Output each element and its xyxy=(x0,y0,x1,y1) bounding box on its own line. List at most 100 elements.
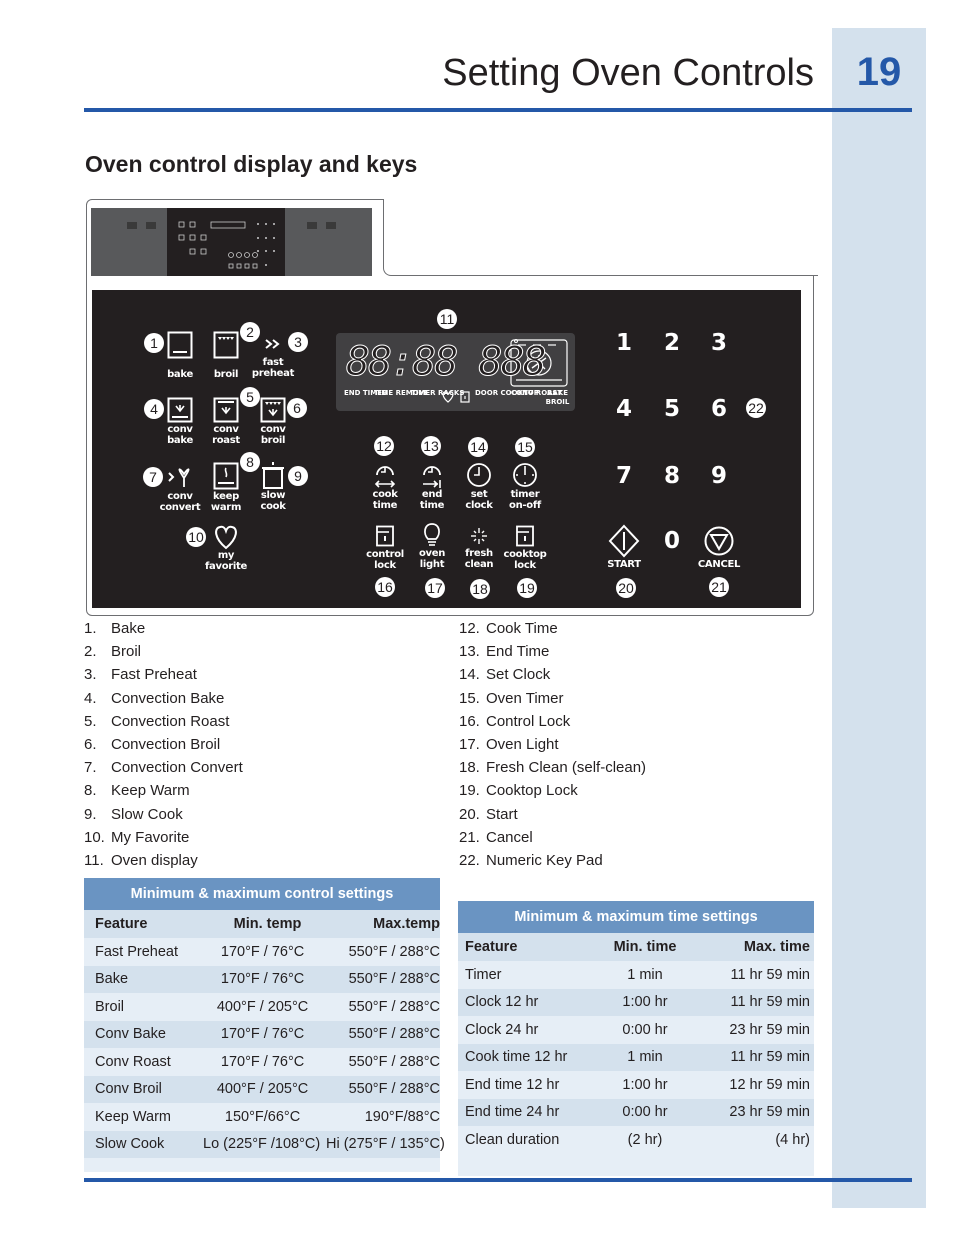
list-item-number: 4. xyxy=(84,689,97,707)
control-lock-key[interactable]: control lock xyxy=(363,525,407,571)
table-cell: Conv Broil xyxy=(95,1081,162,1098)
numeric-key-8[interactable]: 8 xyxy=(664,463,680,489)
list-item-number: 8. xyxy=(84,782,97,800)
cooktop-lock-key[interactable]: cooktop lock xyxy=(503,525,547,571)
numeric-key-0[interactable]: 0 xyxy=(664,528,680,554)
table-cell: Hi (275°F / 135°C) xyxy=(326,1136,445,1153)
table-title: Minimum & maximum control settings xyxy=(84,878,440,910)
callout-badge: 20 xyxy=(616,578,636,598)
temp-settings-table: Minimum & maximum control settings Featu… xyxy=(84,878,445,1172)
numeric-key-7[interactable]: 7 xyxy=(616,463,632,489)
keep-warm-key[interactable]: keep warm xyxy=(204,462,248,513)
table-cell: 11 hr 59 min xyxy=(730,994,810,1011)
start-key[interactable]: START xyxy=(600,524,648,570)
sparkle-icon xyxy=(471,528,487,544)
indicator-bake-broil: BAKE BROIL xyxy=(545,389,570,406)
bake-key[interactable]: bake xyxy=(158,331,202,380)
end-time-icon xyxy=(423,466,441,488)
list-item: 5. Convection Roast xyxy=(84,713,444,736)
my-favorite-label: my favorite xyxy=(204,550,247,572)
table-row: Conv Bake 170°F / 76°C 550°F / 288°C xyxy=(84,1020,440,1048)
conv-convert-key[interactable]: conv convert xyxy=(158,464,202,513)
list-item: 13. End Time xyxy=(459,643,819,666)
thumb-block xyxy=(307,222,317,229)
end-time-key[interactable]: end time xyxy=(410,461,454,511)
table-cell: Timer xyxy=(465,966,502,983)
numeric-key-5[interactable]: 5 xyxy=(664,396,680,422)
control-lock-label: control lock xyxy=(366,549,404,571)
cancel-label: CANCEL xyxy=(697,559,741,570)
conv-roast-key[interactable]: conv roast xyxy=(204,397,248,446)
list-item: 16. Control Lock xyxy=(459,713,819,736)
list-item-label: Set Clock xyxy=(486,666,551,684)
table-cell: Conv Bake xyxy=(95,1026,166,1043)
numeric-key-1[interactable]: 1 xyxy=(616,330,632,356)
legend-list-left: 1. Bake 2. Broil 3. Fast Preheat 4. Convection … xyxy=(84,620,444,875)
thumb-block xyxy=(146,222,156,229)
end-time-label: end time xyxy=(419,489,445,511)
numeric-key-6[interactable]: 6 xyxy=(711,396,727,422)
table-cell: Clock 12 hr xyxy=(465,994,539,1011)
lock-indicator-icon xyxy=(460,391,470,403)
keep-warm-icon xyxy=(213,462,239,490)
table-cell: Conv Roast xyxy=(95,1053,171,1070)
list-item: 11. Oven display xyxy=(84,852,444,875)
table-row: Broil 400°F / 205°C 550°F / 288°C xyxy=(84,993,440,1021)
timer-on-off-key[interactable]: timer on-off xyxy=(503,461,547,511)
cancel-icon xyxy=(704,526,734,556)
numeric-key-2[interactable]: 2 xyxy=(664,330,680,356)
light-bulb-icon xyxy=(424,523,440,546)
list-item-number: 2. xyxy=(84,643,97,661)
table-cell: Bake xyxy=(95,971,129,988)
list-item-number: 3. xyxy=(84,666,97,684)
fast-preheat-key[interactable]: fast preheat xyxy=(250,337,296,379)
conv-convert-icon xyxy=(168,468,190,487)
page-number: 19 xyxy=(856,50,902,94)
page-title: Setting Oven Controls xyxy=(442,52,814,94)
bake-label: bake xyxy=(167,369,193,380)
thumb-block xyxy=(127,222,137,229)
set-clock-key[interactable]: set clock xyxy=(457,461,501,511)
numeric-key-4[interactable]: 4 xyxy=(616,396,632,422)
list-item-label: Oven Timer xyxy=(486,689,564,707)
table-cell: 170°F / 76°C xyxy=(220,971,305,988)
fast-preheat-label: fast preheat xyxy=(251,357,295,379)
broil-icon xyxy=(213,331,239,359)
list-item-number: 7. xyxy=(84,759,97,777)
broil-key[interactable]: broil xyxy=(204,331,248,380)
list-item-number: 12. xyxy=(459,620,480,637)
cook-time-key[interactable]: cook time xyxy=(363,461,407,511)
list-item: 22. Numeric Key Pad xyxy=(459,852,819,875)
oven-light-key[interactable]: oven light xyxy=(410,522,454,570)
fast-preheat-icon xyxy=(265,339,280,349)
numeric-key-3[interactable]: 3 xyxy=(711,330,727,356)
list-item: 21. Cancel xyxy=(459,829,819,852)
list-item-number: 11. xyxy=(84,851,104,869)
conv-broil-key[interactable]: conv broil xyxy=(251,397,295,446)
list-item-label: Broil xyxy=(111,643,142,661)
numeric-key-9[interactable]: 9 xyxy=(711,463,727,489)
list-item-label: Fast Preheat xyxy=(111,666,197,684)
list-item-number: 10. xyxy=(84,828,105,846)
fresh-clean-key[interactable]: fresh clean xyxy=(457,526,501,570)
table-body: Timer 1 min 11 hr 59 min Clock 12 hr 1:00 hr… xyxy=(458,961,814,1154)
callout-badge: 21 xyxy=(709,577,729,597)
column-header: Min. temp xyxy=(233,916,302,932)
list-item-number: 1. xyxy=(84,620,97,637)
conv-bake-key[interactable]: conv bake xyxy=(158,397,202,446)
list-item: 17. Oven Light xyxy=(459,736,819,759)
table-cell: End time 12 hr xyxy=(465,1076,560,1093)
column-header: Feature xyxy=(95,916,148,932)
cancel-key[interactable]: CANCEL xyxy=(693,525,745,570)
list-item: 2. Broil xyxy=(84,643,444,666)
lock-icon xyxy=(376,525,394,547)
list-item-number: 9. xyxy=(84,805,97,823)
my-favorite-key[interactable]: my favorite xyxy=(204,524,248,572)
conv-roast-icon xyxy=(213,397,239,423)
indicator-timer-racks: TIMER RACKS xyxy=(411,389,465,397)
slow-cook-key[interactable]: slow cook xyxy=(251,460,295,512)
legend-list-right: 12. Cook Time 13. End Time 14. Set Clock 15. Ov… xyxy=(459,620,819,875)
cooktop-lock-label: cooktop lock xyxy=(503,549,547,571)
table-cell: 1:00 hr xyxy=(622,1076,668,1093)
table-cell: 400°F / 205°C xyxy=(216,998,309,1015)
